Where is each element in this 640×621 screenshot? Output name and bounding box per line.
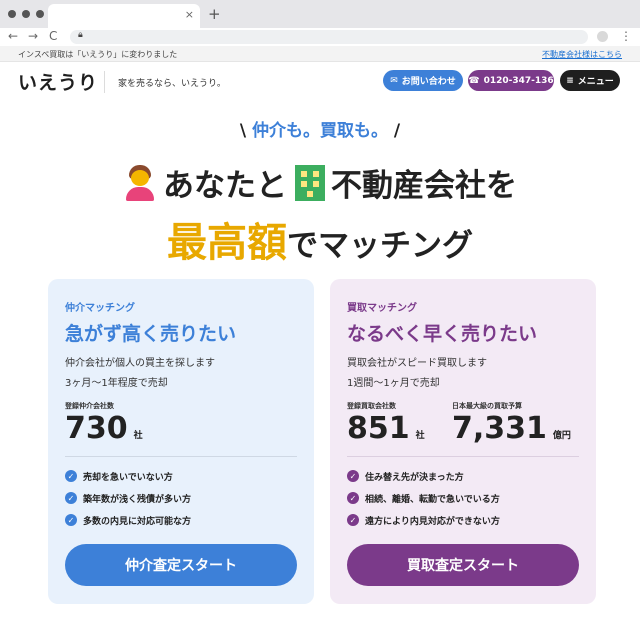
stat-value: 851 <box>347 411 410 446</box>
stat-unit: 社 <box>133 431 143 441</box>
headline-highest-price: 最高額 <box>167 220 287 266</box>
building-icon <box>295 164 325 201</box>
card-title: 急がず高く売りたい <box>65 323 237 345</box>
lock-icon: 🔒︎ <box>78 30 83 40</box>
browser-menu-icon[interactable]: ⋮ <box>620 29 632 43</box>
stat-value-group: 730 社 <box>65 411 143 446</box>
hero-catchphrase: \ 仲介も。買取も。 / <box>0 116 640 141</box>
headline-agency-text: 不動産会社を <box>331 168 517 204</box>
site-tagline: 家を売るなら、いえうり。 <box>118 79 226 89</box>
reload-icon[interactable]: C <box>49 29 57 43</box>
list-item-text: 住み替え先が決まった方 <box>365 472 464 483</box>
contact-button-label: お問い合わせ <box>401 77 456 87</box>
menu-button-label: メニュー <box>577 77 614 87</box>
forward-arrow-icon[interactable]: → <box>28 29 38 43</box>
card-title: なるべく早く売りたい <box>347 323 538 345</box>
recommend-list: ✓ 売却を急いでいない方 ✓ 築年数が浅く残債が多い方 ✓ 多数の内見に対応可能… <box>65 465 191 531</box>
check-icon: ✓ <box>65 514 77 526</box>
list-item-text: 遠方により内見対応ができない方 <box>365 516 500 527</box>
list-item-text: 相続、離婚、転勤で急いでいる方 <box>365 494 500 505</box>
phone-button[interactable]: ☎︎ 0120-347-136 <box>468 70 554 91</box>
stat-value-group: 851 社 <box>347 411 425 446</box>
stat-value: 730 <box>65 411 128 446</box>
phone-button-label: 0120-347-136 <box>483 75 554 86</box>
profile-avatar[interactable] <box>597 31 608 42</box>
headline-you-text: あなたと <box>163 168 287 204</box>
menu-button[interactable]: ≡ メニュー <box>560 70 620 91</box>
list-item: ✓ 売却を急いでいない方 <box>65 465 191 487</box>
buyout-card: 買取マッチング なるべく早く売りたい 買取会社がスピード買取します 1週間〜1ヶ… <box>330 279 596 604</box>
headline-matching-text: でマッチング <box>287 228 473 264</box>
hero-headline-line2: 最高額 でマッチング <box>0 210 640 268</box>
list-item: ✓ 多数の内見に対応可能な方 <box>65 509 191 531</box>
card-label: 仲介マッチング <box>65 303 135 314</box>
back-arrow-icon[interactable]: ← <box>8 29 18 43</box>
close-window-dot[interactable] <box>8 10 16 18</box>
stat-label: 日本最大級の買取予算 <box>452 402 522 410</box>
recommend-list: ✓ 住み替え先が決まった方 ✓ 相続、離婚、転勤で急いでいる方 ✓ 遠方により内… <box>347 465 500 531</box>
card-description: 仲介会社が個人の買主を探します 3ヶ月〜1年程度で売却 <box>65 354 215 394</box>
maximize-window-dot[interactable] <box>36 10 44 18</box>
site-header: いえうり 家を売るなら、いえうり。 ✉︎ お問い合わせ ☎︎ 0120-347-… <box>0 62 640 100</box>
card-divider <box>65 456 297 457</box>
stat-unit: 億円 <box>552 431 571 441</box>
address-bar: ← → C 🔒︎ ⋮ <box>0 28 640 46</box>
tab-close-icon[interactable]: × <box>185 8 194 21</box>
contact-button[interactable]: ✉︎ お問い合わせ <box>383 70 463 91</box>
header-divider <box>104 71 105 93</box>
rename-notice: インスペ買取は「いえうり」に変わりました <box>18 50 178 59</box>
check-icon: ✓ <box>347 470 359 482</box>
mail-icon: ✉︎ <box>390 75 398 86</box>
phone-icon: ☎︎ <box>468 75 480 86</box>
person-icon <box>123 164 157 201</box>
list-item-text: 売却を急いでいない方 <box>83 472 173 483</box>
buyout-assessment-button[interactable]: 買取査定スタート <box>347 544 579 586</box>
list-item-text: 多数の内見に対応可能な方 <box>83 516 192 527</box>
new-tab-icon[interactable]: + <box>208 5 221 23</box>
hero-headline-line1: あなたと 不動産会社を <box>0 160 640 205</box>
hamburger-icon: ≡ <box>566 75 574 86</box>
card-label: 買取マッチング <box>347 303 417 314</box>
card-description-line2: 1週間〜1ヶ月で売却 <box>347 378 440 389</box>
browser-tab-bar: × + <box>0 0 640 28</box>
hero-catch-text: 仲介も。買取も。 <box>252 121 388 141</box>
card-description-line2: 3ヶ月〜1年程度で売却 <box>65 378 168 389</box>
list-item: ✓ 住み替え先が決まった方 <box>347 465 500 487</box>
stat-label: 登録仲介会社数 <box>65 402 114 410</box>
brokerage-assessment-button[interactable]: 仲介査定スタート <box>65 544 297 586</box>
notice-bar: インスペ買取は「いえうり」に変わりました 不動産会社様はこちら <box>0 46 640 62</box>
check-icon: ✓ <box>347 514 359 526</box>
brokerage-card: 仲介マッチング 急がず高く売りたい 仲介会社が個人の買主を探します 3ヶ月〜1年… <box>48 279 314 604</box>
list-item: ✓ 相続、離婚、転勤で急いでいる方 <box>347 487 500 509</box>
window-controls <box>8 10 44 18</box>
browser-tab[interactable]: × <box>48 4 200 28</box>
check-icon: ✓ <box>347 492 359 504</box>
stat-unit: 社 <box>415 431 425 441</box>
check-icon: ✓ <box>65 492 77 504</box>
stat-label: 登録買取会社数 <box>347 402 396 410</box>
check-icon: ✓ <box>65 470 77 482</box>
card-divider <box>347 456 579 457</box>
minimize-window-dot[interactable] <box>22 10 30 18</box>
list-item: ✓ 遠方により内見対応ができない方 <box>347 509 500 531</box>
stat-value-group: 7,331 億円 <box>452 411 571 446</box>
card-description-line1: 買取会社がスピード買取します <box>347 358 487 369</box>
url-field[interactable]: 🔒︎ <box>70 30 588 44</box>
slash-decoration-left: \ <box>239 121 252 141</box>
slash-decoration-right: / <box>393 121 401 141</box>
list-item-text: 築年数が浅く残債が多い方 <box>83 494 192 505</box>
stat-value: 7,331 <box>452 411 547 446</box>
list-item: ✓ 築年数が浅く残債が多い方 <box>65 487 191 509</box>
card-description-line1: 仲介会社が個人の買主を探します <box>65 358 215 369</box>
site-logo[interactable]: いえうり <box>18 68 98 95</box>
agency-link[interactable]: 不動産会社様はこちら <box>542 49 622 60</box>
card-description: 買取会社がスピード買取します 1週間〜1ヶ月で売却 <box>347 354 487 394</box>
